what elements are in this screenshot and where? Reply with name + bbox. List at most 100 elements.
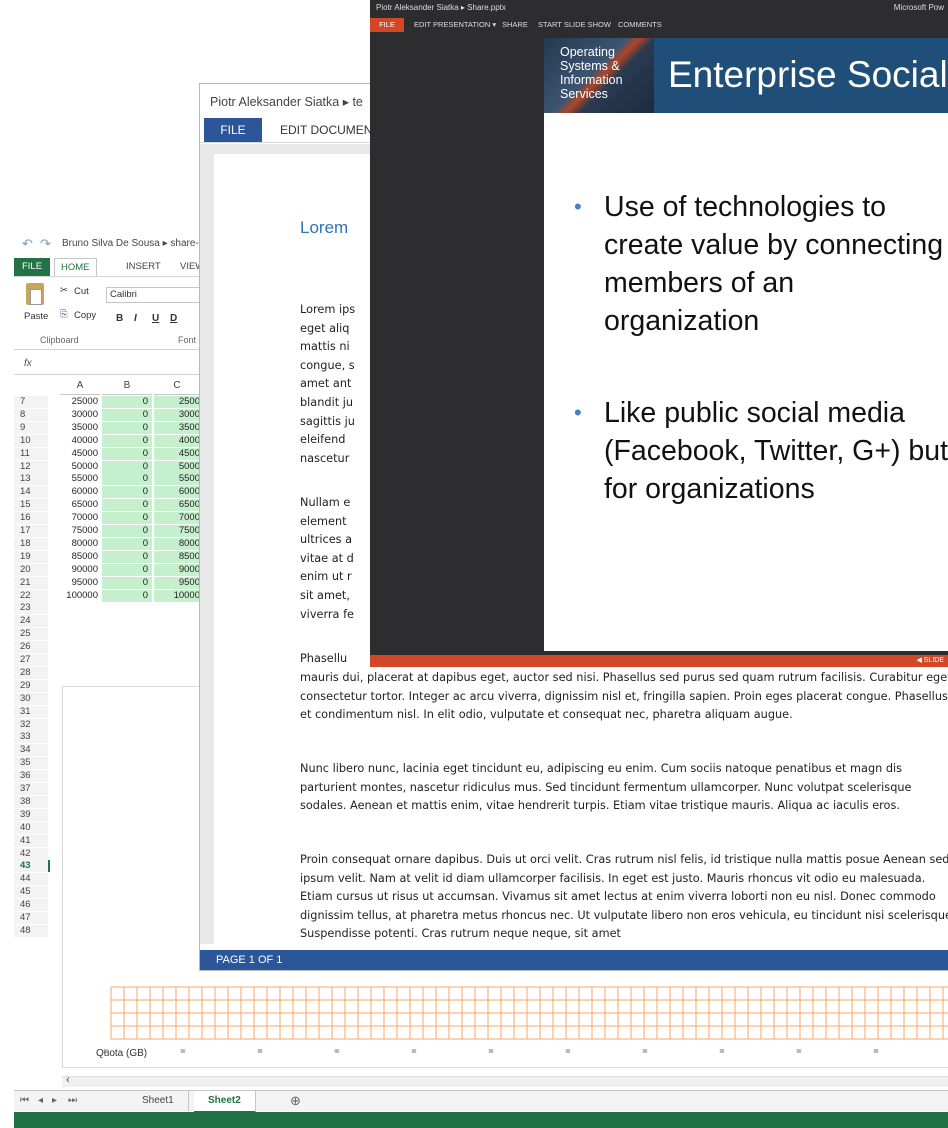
cell-b[interactable]: 0 — [102, 499, 152, 512]
row-header[interactable]: 15 — [14, 499, 48, 512]
row-header[interactable]: 13 — [14, 473, 48, 486]
row-header[interactable]: 22 — [14, 589, 48, 602]
cell-a[interactable]: 85000 — [60, 551, 98, 563]
row-header[interactable]: 18 — [14, 537, 48, 550]
word-tab-file[interactable]: FILE — [204, 118, 262, 142]
add-sheet-icon[interactable]: ⊕ — [290, 1093, 301, 1109]
cell-c[interactable]: 3000 — [154, 408, 200, 421]
cell-b[interactable]: 0 — [102, 550, 152, 563]
ppt-tab-edit-presentation[interactable]: EDIT PRESENTATION ▾ — [414, 18, 496, 32]
cell-c[interactable]: 4000 — [154, 434, 200, 447]
redo-icon[interactable]: ↷ — [40, 236, 51, 252]
ppt-tab-comments[interactable]: COMMENTS — [618, 18, 662, 32]
ppt-tab-file[interactable]: FILE — [370, 18, 404, 32]
row-header[interactable]: 10 — [14, 434, 48, 447]
cell-c[interactable]: 8500 — [154, 550, 200, 563]
cell-b[interactable]: 0 — [102, 512, 152, 525]
cell-b[interactable]: 0 — [102, 486, 152, 499]
sheet-nav-first-icon[interactable]: ⏮ — [20, 1095, 29, 1106]
row-header[interactable]: 34 — [14, 744, 48, 757]
font-name-field[interactable]: Calibri — [106, 287, 211, 303]
sheet-tab-sheet1[interactable]: Sheet1 — [128, 1091, 189, 1111]
cell-a[interactable]: 50000 — [60, 461, 98, 473]
cell-c[interactable]: 9500 — [154, 576, 200, 589]
row-header[interactable]: 28 — [14, 666, 48, 679]
row-header[interactable]: 45 — [14, 886, 48, 899]
cell-c[interactable]: 5500 — [154, 473, 200, 486]
cell-a[interactable]: 45000 — [60, 448, 98, 460]
row-header[interactable]: 38 — [14, 795, 48, 808]
row-header[interactable]: 47 — [14, 912, 48, 924]
row-header[interactable]: 32 — [14, 718, 48, 731]
cell-a[interactable]: 90000 — [60, 564, 98, 576]
cell-a[interactable]: 95000 — [60, 577, 98, 589]
paste-button[interactable]: Paste — [24, 311, 48, 322]
cell-c[interactable]: 7500 — [154, 525, 200, 537]
row-header[interactable]: 9 — [14, 421, 48, 434]
cell-a[interactable]: 60000 — [60, 486, 98, 498]
cell-c[interactable]: 5000 — [154, 460, 200, 473]
sheet-nav-next-icon[interactable]: ▸ — [52, 1095, 57, 1106]
row-header[interactable]: 16 — [14, 512, 48, 525]
row-header[interactable]: 21 — [14, 576, 48, 589]
cell-a[interactable]: 70000 — [60, 512, 98, 524]
cell-c[interactable]: 2500 — [154, 396, 200, 408]
bold-button[interactable]: B — [116, 313, 123, 324]
cell-b[interactable]: 0 — [102, 563, 152, 576]
row-header[interactable]: 27 — [14, 654, 48, 666]
word-breadcrumb[interactable]: Piotr Aleksander Siatka ▸ te — [210, 94, 363, 109]
cut-button[interactable]: Cut — [74, 286, 89, 297]
row-header[interactable]: 11 — [14, 447, 48, 460]
word-tab-edit-document[interactable]: EDIT DOCUMEN — [280, 118, 372, 142]
cell-b[interactable]: 0 — [102, 396, 152, 408]
row-header[interactable]: 17 — [14, 525, 48, 537]
row-header[interactable]: 8 — [14, 408, 48, 421]
cell-b[interactable]: 0 — [102, 434, 152, 447]
row-header[interactable]: 25 — [14, 628, 48, 641]
row-header[interactable]: 14 — [14, 486, 48, 499]
cell-c[interactable]: 6500 — [154, 499, 200, 512]
column-header-b[interactable]: B — [102, 380, 152, 395]
ppt-tab-share[interactable]: SHARE — [502, 18, 528, 32]
row-header[interactable]: 12 — [14, 460, 48, 473]
row-header[interactable]: 29 — [14, 679, 48, 692]
cell-a[interactable]: 55000 — [60, 473, 98, 485]
scroll-left-icon[interactable]: ‹ — [66, 1074, 70, 1086]
cell-c[interactable]: 3500 — [154, 421, 200, 434]
row-header[interactable]: 26 — [14, 641, 48, 654]
cell-a[interactable]: 25000 — [60, 396, 98, 408]
horizontal-scrollbar[interactable]: ‹ — [62, 1074, 948, 1087]
cell-a[interactable]: 30000 — [60, 409, 98, 421]
row-header[interactable]: 42 — [14, 847, 48, 860]
cell-c[interactable]: 8000 — [154, 537, 200, 550]
row-header[interactable]: 33 — [14, 731, 48, 744]
row-header[interactable]: 36 — [14, 770, 48, 783]
excel-tab-home[interactable]: HOME — [54, 258, 97, 277]
row-header[interactable]: 48 — [14, 924, 48, 937]
cell-b[interactable]: 0 — [102, 525, 152, 537]
row-header[interactable]: 39 — [14, 808, 48, 821]
excel-breadcrumb[interactable]: Bruno Silva De Sousa ▸ share-c — [62, 238, 204, 249]
slide[interactable]: Operating Systems & Information Services… — [544, 38, 948, 651]
cell-b[interactable]: 0 — [102, 589, 152, 602]
row-header[interactable]: 24 — [14, 615, 48, 628]
cell-a[interactable]: 65000 — [60, 499, 98, 511]
underline-button[interactable]: U — [152, 313, 159, 324]
italic-button[interactable]: I — [134, 313, 137, 324]
row-header[interactable]: 37 — [14, 783, 48, 795]
cell-b[interactable]: 0 — [102, 447, 152, 460]
cell-a[interactable]: 100000 — [60, 590, 98, 602]
row-header[interactable]: 35 — [14, 757, 48, 770]
cell-a[interactable]: 40000 — [60, 435, 98, 447]
row-header[interactable]: 44 — [14, 873, 48, 886]
row-header[interactable]: 41 — [14, 834, 48, 847]
cell-c[interactable]: 7000 — [154, 512, 200, 525]
column-header-c[interactable]: C — [154, 380, 200, 395]
row-header[interactable]: 19 — [14, 550, 48, 563]
row-header[interactable]: 40 — [14, 821, 48, 834]
cell-a[interactable]: 75000 — [60, 525, 98, 537]
cut-icon[interactable]: ✂ — [60, 285, 68, 296]
column-header-a[interactable]: A — [60, 380, 100, 395]
cell-c[interactable]: 9000 — [154, 563, 200, 576]
cell-c[interactable]: 10000 — [154, 589, 200, 602]
